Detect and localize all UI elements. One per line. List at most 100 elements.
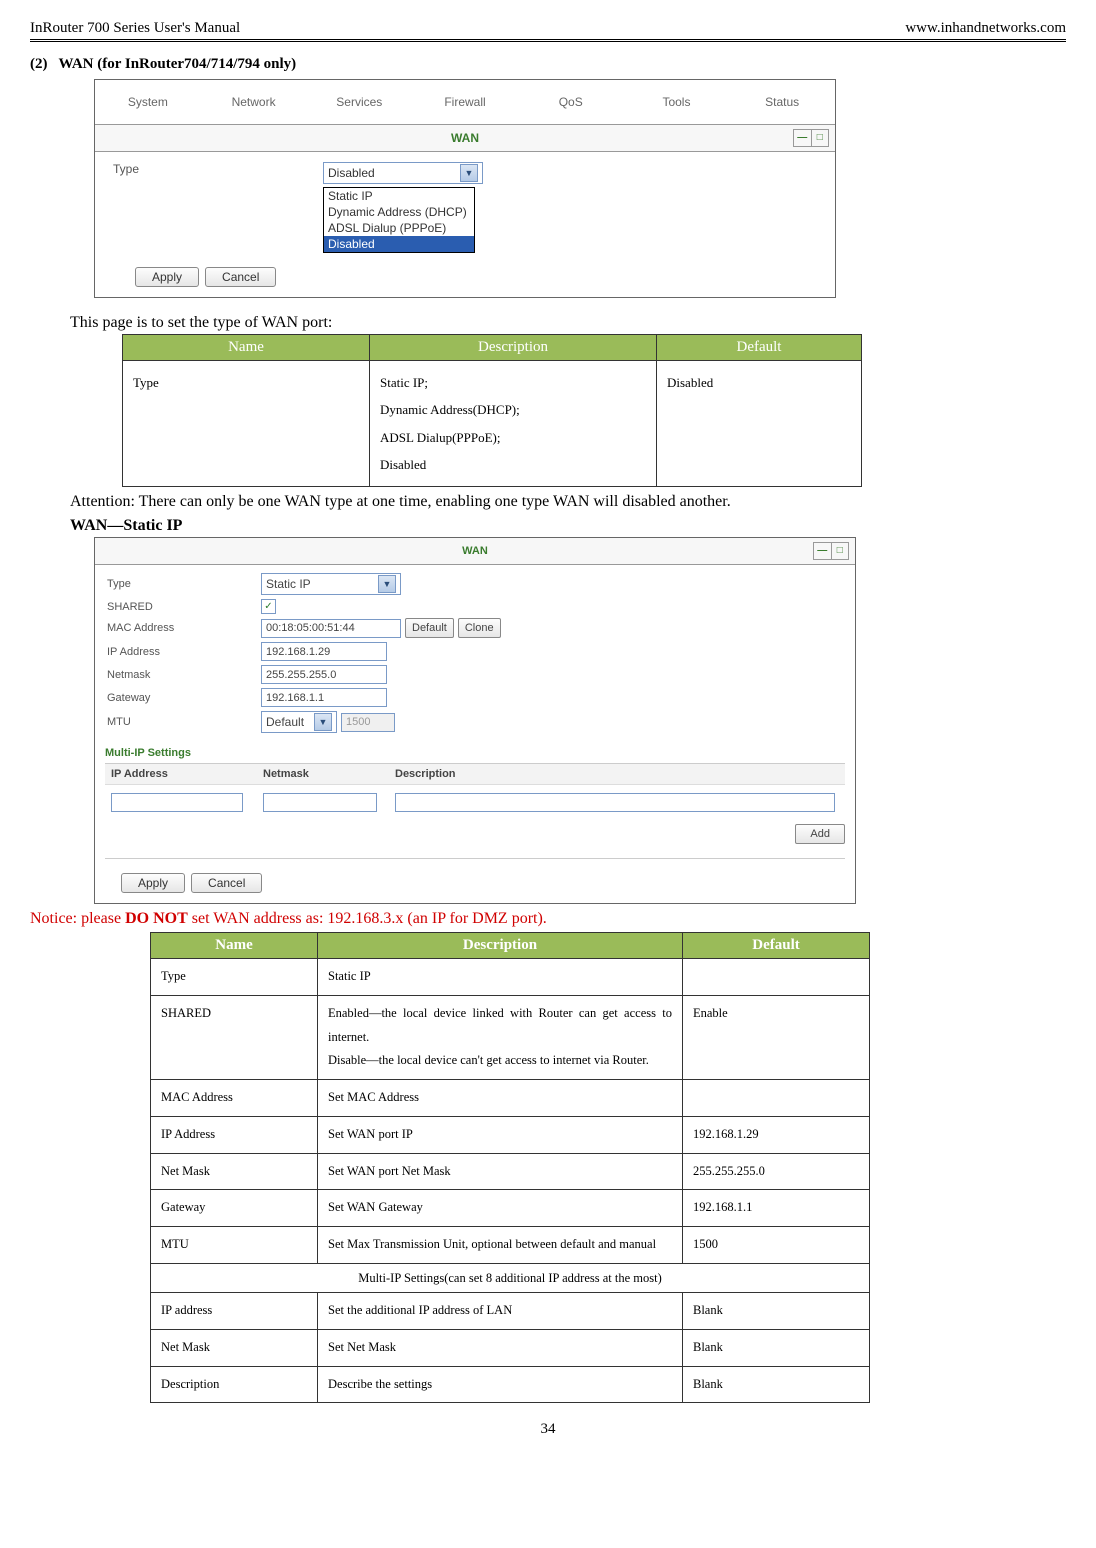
tab-system[interactable]: System — [95, 95, 201, 109]
col-description: Description — [370, 335, 657, 361]
cell-default: Disabled — [657, 361, 862, 487]
cell: Set WAN Gateway — [318, 1190, 683, 1227]
shared-checkbox[interactable]: ✓ — [261, 599, 276, 614]
cancel-button[interactable]: Cancel — [205, 267, 276, 287]
add-button[interactable]: Add — [795, 824, 845, 844]
cell: Blank — [683, 1366, 870, 1403]
cell: Set the additional IP address of LAN — [318, 1293, 683, 1330]
desc-line: Dynamic Address(DHCP); — [380, 402, 520, 417]
multi-desc-input[interactable] — [395, 793, 835, 812]
notice-text: Notice: please DO NOT set WAN address as… — [30, 910, 1066, 928]
multi-col-netmask: Netmask — [257, 764, 389, 784]
option-dhcp[interactable]: Dynamic Address (DHCP) — [324, 204, 474, 220]
minimize-icon[interactable]: — — [814, 543, 832, 559]
panel-title-2: WAN — [462, 545, 488, 557]
mac-default-button[interactable]: Default — [405, 618, 454, 638]
cell: Set Net Mask — [318, 1329, 683, 1366]
cell: IP Address — [151, 1116, 318, 1153]
col-description: Description — [318, 933, 683, 959]
option-static-ip[interactable]: Static IP — [324, 188, 474, 204]
doc-url: www.inhandnetworks.com — [905, 20, 1066, 37]
nav-tabs: System Network Services Firewall QoS Too… — [95, 80, 835, 124]
mtu-value-input: 1500 — [341, 713, 395, 732]
tab-services[interactable]: Services — [306, 95, 412, 109]
cell: Set Max Transmission Unit, optional betw… — [318, 1227, 683, 1264]
cell — [683, 1080, 870, 1117]
mtu-mode-value: Default — [266, 715, 304, 729]
tab-status[interactable]: Status — [729, 95, 835, 109]
cell — [683, 959, 870, 996]
cell: 192.168.1.1 — [683, 1190, 870, 1227]
cell: IP address — [151, 1293, 318, 1330]
cell: SHARED — [151, 995, 318, 1079]
wan-type-screenshot: System Network Services Firewall QoS Too… — [94, 79, 836, 298]
tab-network[interactable]: Network — [201, 95, 307, 109]
table-row: IP addressSet the additional IP address … — [151, 1293, 870, 1330]
option-pppoe[interactable]: ADSL Dialup (PPPoE) — [324, 220, 474, 236]
type-desc-table: Name Description Default Type Static IP;… — [122, 334, 862, 487]
table-row: Net MaskSet WAN port Net Mask255.255.255… — [151, 1153, 870, 1190]
type-dropdown[interactable]: Disabled ▼ — [323, 162, 483, 184]
table-row: DescriptionDescribe the settingsBlank — [151, 1366, 870, 1403]
wan-static-screenshot: WAN — □ Type Static IP ▼ SHARED ✓ MAC Ad… — [94, 537, 856, 904]
cell: Gateway — [151, 1190, 318, 1227]
table-row: Net MaskSet Net MaskBlank — [151, 1329, 870, 1366]
tab-tools[interactable]: Tools — [624, 95, 730, 109]
cell-text: Enabled—the local device linked with Rou… — [328, 1006, 672, 1068]
gateway-label: Gateway — [107, 692, 257, 704]
netmask-input[interactable]: 255.255.255.0 — [261, 665, 387, 684]
tab-firewall[interactable]: Firewall — [412, 95, 518, 109]
table-row: SHAREDEnabled—the local device linked wi… — [151, 995, 870, 1079]
cell: MAC Address — [151, 1080, 318, 1117]
cell: Blank — [683, 1293, 870, 1330]
panel-title-bar: WAN — □ — [95, 124, 835, 152]
cell: Describe the settings — [318, 1366, 683, 1403]
notice-bold: DO NOT — [125, 910, 188, 927]
table-row: Type Static IP; Dynamic Address(DHCP); A… — [123, 361, 862, 487]
apply-button-2[interactable]: Apply — [121, 873, 185, 893]
panel-title: WAN — [451, 131, 479, 145]
chevron-down-icon[interactable]: ▼ — [460, 164, 478, 182]
cell: Blank — [683, 1329, 870, 1366]
maximize-icon[interactable]: □ — [812, 130, 829, 146]
table-row: MAC AddressSet MAC Address — [151, 1080, 870, 1117]
cancel-button-2[interactable]: Cancel — [191, 873, 262, 893]
multi-netmask-input[interactable] — [263, 793, 377, 812]
notice-suffix: set WAN address as: 192.168.3.x (an IP f… — [188, 910, 547, 927]
multi-col-desc: Description — [389, 764, 845, 784]
doc-title: InRouter 700 Series User's Manual — [30, 20, 240, 37]
cell: Static IP — [318, 959, 683, 996]
mac-label: MAC Address — [107, 622, 257, 634]
multi-ip-input[interactable] — [111, 793, 243, 812]
chevron-down-icon[interactable]: ▼ — [378, 575, 396, 593]
option-disabled[interactable]: Disabled — [324, 236, 474, 252]
apply-button[interactable]: Apply — [135, 267, 199, 287]
attention-text: Attention: There can only be one WAN typ… — [70, 493, 1066, 511]
desc-line: ADSL Dialup(PPPoE); — [380, 430, 501, 445]
type-dropdown-2[interactable]: Static IP ▼ — [261, 573, 401, 595]
cell: 192.168.1.29 — [683, 1116, 870, 1153]
type-selected-value: Disabled — [328, 166, 375, 180]
mac-clone-button[interactable]: Clone — [458, 618, 501, 638]
ip-input[interactable]: 192.168.1.29 — [261, 642, 387, 661]
section-name: WAN (for InRouter704/714/794 only) — [58, 56, 296, 72]
tab-qos[interactable]: QoS — [518, 95, 624, 109]
minimize-icon[interactable]: — — [794, 130, 812, 146]
cell: Set WAN port Net Mask — [318, 1153, 683, 1190]
type-option-list: Static IP Dynamic Address (DHCP) ADSL Di… — [323, 187, 475, 253]
desc-line: Static IP; — [380, 375, 428, 390]
maximize-icon[interactable]: □ — [832, 543, 849, 559]
cell: Net Mask — [151, 1153, 318, 1190]
mtu-label: MTU — [107, 716, 257, 728]
table-row: IP AddressSet WAN port IP192.168.1.29 — [151, 1116, 870, 1153]
mtu-mode-dropdown[interactable]: Default ▼ — [261, 711, 337, 733]
type-value: Static IP — [266, 577, 311, 591]
static-desc-table: Name Description Default TypeStatic IP S… — [150, 932, 870, 1403]
table-row: MTUSet Max Transmission Unit, optional b… — [151, 1227, 870, 1264]
gateway-input[interactable]: 192.168.1.1 — [261, 688, 387, 707]
desc-line: Disabled — [380, 457, 426, 472]
notice-prefix: Notice: please — [30, 910, 125, 927]
chevron-down-icon[interactable]: ▼ — [314, 713, 332, 731]
mac-input[interactable]: 00:18:05:00:51:44 — [261, 619, 401, 638]
multi-ip-table: IP Address Netmask Description — [105, 763, 845, 820]
